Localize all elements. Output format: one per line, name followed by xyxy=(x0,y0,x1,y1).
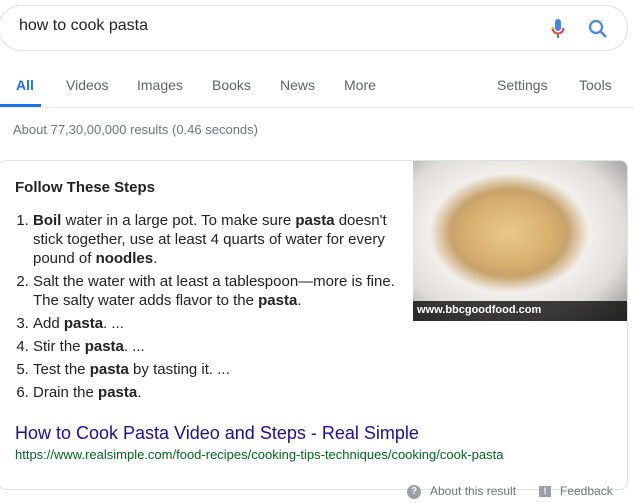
tab-all[interactable]: All xyxy=(16,77,34,93)
step-item: Test the pasta by tasting it. ... xyxy=(33,360,395,379)
step-text: pasta xyxy=(89,361,129,378)
result-url: https://www.realsimple.com/food-recipes/… xyxy=(15,447,504,462)
featured-snippet: Follow These Steps Boil water in a large… xyxy=(0,160,628,490)
tab-news[interactable]: News xyxy=(280,77,315,93)
step-item: Salt the water with at least a tablespoo… xyxy=(33,272,395,310)
feedback-link[interactable]: Feedback xyxy=(560,484,613,498)
tab-images[interactable]: Images xyxy=(137,77,183,93)
step-text: . xyxy=(297,292,302,309)
tab-videos[interactable]: Videos xyxy=(66,77,109,93)
step-text: Boil xyxy=(33,212,62,229)
divider xyxy=(0,107,634,108)
step-item: Boil water in a large pot. To make sure … xyxy=(33,211,395,268)
step-item: Stir the pasta. ... xyxy=(33,337,395,356)
step-text: Add xyxy=(33,315,64,332)
pasta-image[interactable]: www.bbcgoodfood.com xyxy=(413,161,627,321)
result-stats: About 77,30,00,000 results (0.46 seconds… xyxy=(13,122,258,137)
step-item: Add pasta. ... xyxy=(33,314,395,333)
step-text: . ... xyxy=(123,338,145,355)
help-icon[interactable]: ? xyxy=(407,485,421,499)
step-text: pasta xyxy=(258,292,298,309)
step-text: noodles xyxy=(95,250,154,267)
feedback-icon[interactable]: ! xyxy=(539,486,551,497)
search-icon[interactable] xyxy=(588,19,608,39)
step-item: Drain the pasta. xyxy=(33,383,395,402)
microphone-icon[interactable] xyxy=(551,18,565,40)
step-text: Drain the xyxy=(33,384,99,401)
search-input[interactable] xyxy=(19,17,499,35)
step-text: by tasting it. ... xyxy=(128,361,230,378)
steps-list: Boil water in a large pot. To make sure … xyxy=(15,211,395,406)
step-text: pasta xyxy=(84,338,124,355)
step-text: pasta xyxy=(63,315,104,332)
result-title-link[interactable]: How to Cook Pasta Video and Steps - Real… xyxy=(15,423,419,444)
step-text: pasta xyxy=(295,212,335,229)
tab-more[interactable]: More xyxy=(344,77,376,93)
step-text: . xyxy=(153,250,158,267)
step-text: . ... xyxy=(103,315,124,332)
step-text: . xyxy=(137,384,142,401)
step-text: pasta xyxy=(98,384,138,401)
step-text: Stir the xyxy=(33,338,85,355)
step-text: water in a large pot. To make sure xyxy=(61,212,296,229)
tab-books[interactable]: Books xyxy=(212,77,251,93)
step-text: Test the xyxy=(33,361,90,378)
tab-settings[interactable]: Settings xyxy=(497,77,548,93)
image-caption: www.bbcgoodfood.com xyxy=(413,301,627,321)
search-box[interactable] xyxy=(0,5,628,51)
tab-tools[interactable]: Tools xyxy=(579,77,612,93)
about-this-result-link[interactable]: About this result xyxy=(430,484,516,498)
step-text: Salt the water with at least a tablespoo… xyxy=(33,273,395,309)
snippet-heading: Follow These Steps xyxy=(15,179,156,196)
